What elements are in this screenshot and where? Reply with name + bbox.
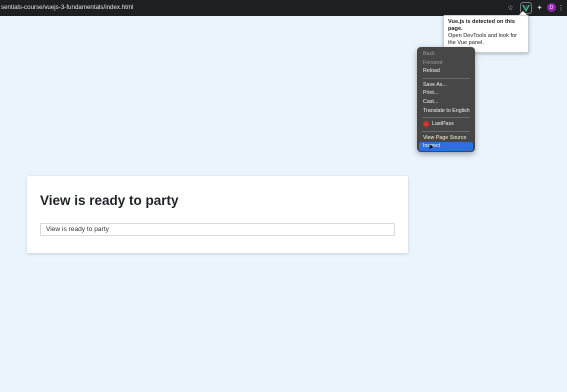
content-card: View is ready to party View is ready to … bbox=[27, 176, 408, 253]
menu-item-lastpass[interactable]: ... LastPass bbox=[419, 120, 473, 129]
menu-item-label: LastPass bbox=[432, 121, 454, 128]
tooltip-title: Vue.js is detected on this page. bbox=[448, 19, 515, 32]
browser-menu-icon[interactable]: ⋮ bbox=[558, 2, 565, 13]
mouse-cursor-icon: ➤ bbox=[428, 144, 434, 152]
menu-item-translate[interactable]: Translate to English bbox=[419, 107, 473, 116]
menu-item-save-as[interactable]: Save As... bbox=[419, 81, 473, 90]
menu-separator bbox=[422, 117, 470, 119]
lastpass-icon: ... bbox=[423, 120, 429, 127]
browser-toolbar: sentials-course/vuejs-3-fundamentals/ind… bbox=[0, 0, 567, 16]
menu-item-view-source[interactable]: View Page Source bbox=[419, 134, 473, 143]
text-input[interactable]: View is ready to party bbox=[40, 223, 395, 236]
menu-separator bbox=[422, 130, 470, 132]
menu-item-reload[interactable]: Reload bbox=[419, 67, 473, 76]
page-heading: View is ready to party bbox=[40, 193, 179, 208]
extensions-puzzle-icon[interactable]: ✦ bbox=[534, 2, 545, 13]
menu-item-cast[interactable]: Cast... bbox=[419, 98, 473, 107]
menu-item-print[interactable]: Print... bbox=[419, 89, 473, 98]
bookmark-star-icon[interactable]: ☆ bbox=[505, 2, 516, 13]
address-bar-url[interactable]: sentials-course/vuejs-3-fundamentals/ind… bbox=[1, 4, 133, 11]
profile-avatar[interactable]: D bbox=[547, 3, 556, 12]
menu-separator bbox=[422, 77, 470, 79]
tooltip-body: Open DevTools and look for the Vue panel… bbox=[448, 33, 518, 46]
context-menu: Back Forward Reload Save As... Print... … bbox=[417, 47, 475, 152]
menu-item-inspect[interactable]: Inspect ➤ bbox=[419, 142, 473, 151]
menu-item-forward[interactable]: Forward bbox=[419, 59, 473, 68]
menu-item-back[interactable]: Back bbox=[419, 50, 473, 59]
